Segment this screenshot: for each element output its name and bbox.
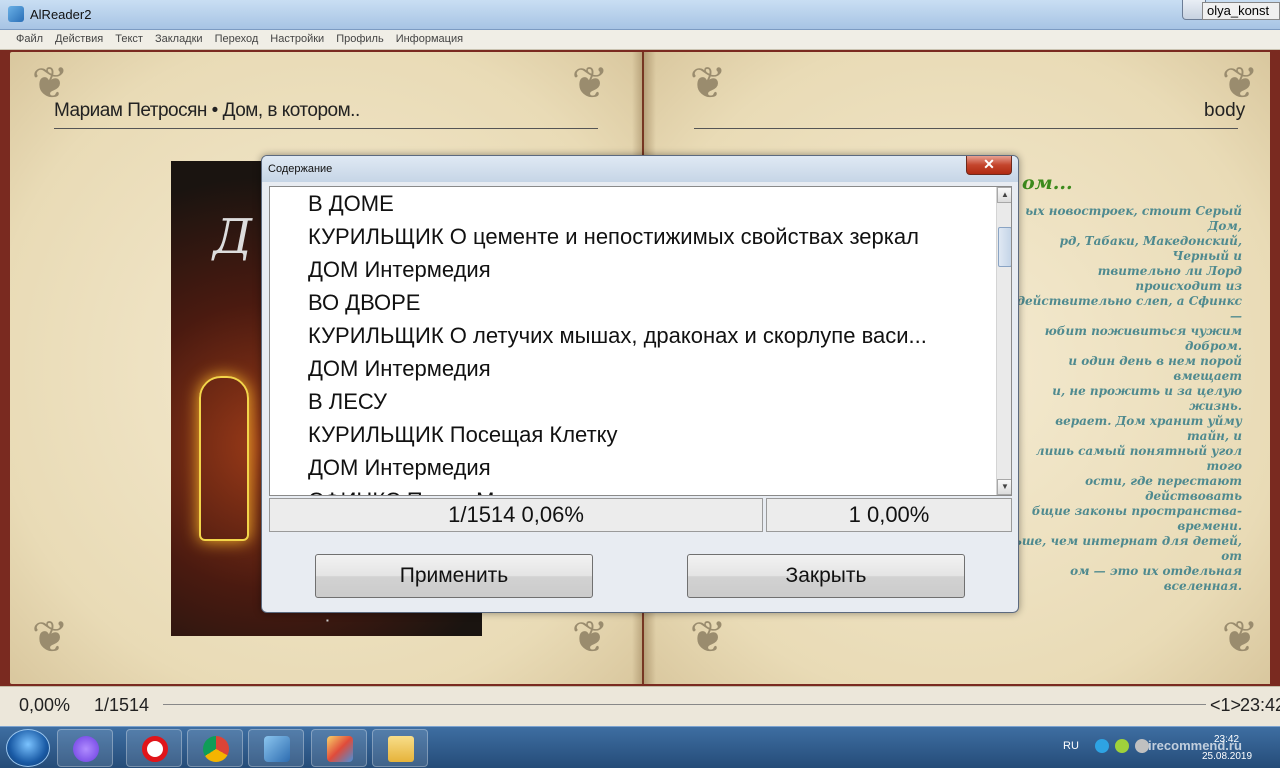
tray-app-icon[interactable] bbox=[1095, 739, 1109, 753]
menu-bar: Файл Действия Текст Закладки Переход Нас… bbox=[0, 30, 1280, 50]
window-title: AlReader2 bbox=[30, 7, 92, 22]
menu-info[interactable]: Информация bbox=[390, 30, 469, 49]
chapter-indicator: <1> bbox=[1210, 695, 1242, 715]
toc-item[interactable]: ВО ДВОРЕ bbox=[308, 290, 420, 316]
corner-ornament-icon: ❦ bbox=[571, 612, 609, 663]
corner-ornament-icon: ❦ bbox=[571, 58, 609, 109]
scroll-thumb[interactable] bbox=[998, 227, 1011, 267]
apply-button[interactable]: Применить bbox=[315, 554, 593, 598]
menu-navigate[interactable]: Переход bbox=[209, 30, 265, 49]
cover-title-letters: Д bbox=[213, 209, 253, 265]
menu-text[interactable]: Текст bbox=[109, 30, 149, 49]
chapter-readout: 1 0,00% bbox=[766, 498, 1012, 532]
page-counter: 1/1514 bbox=[94, 695, 150, 715]
clock: 23:42 bbox=[1240, 695, 1280, 715]
toc-item[interactable]: ДОМ Интермедия bbox=[308, 455, 491, 481]
taskbar: RU 23:42 25.08.2019 bbox=[0, 726, 1280, 768]
chrome-icon[interactable] bbox=[187, 729, 243, 767]
tray-icons bbox=[1093, 739, 1155, 755]
paint-icon[interactable] bbox=[311, 729, 367, 767]
alreader-app-icon bbox=[8, 6, 24, 22]
menu-actions[interactable]: Действия bbox=[49, 30, 109, 49]
toc-item[interactable]: ДОМ Интермедия bbox=[308, 257, 491, 283]
opera-icon[interactable] bbox=[126, 729, 182, 767]
header-rule bbox=[694, 128, 1238, 129]
right-page-text: ых новостроек, стоит Серый Дом, рд, Таба… bbox=[1013, 204, 1242, 593]
toc-item[interactable]: КУРИЛЬЩИК О цементе и непостижимых свойс… bbox=[308, 224, 919, 250]
menu-profile[interactable]: Профиль bbox=[330, 30, 390, 49]
tray-app-icon[interactable] bbox=[1115, 739, 1129, 753]
language-indicator[interactable]: RU bbox=[1063, 740, 1079, 752]
tray-app-icon[interactable] bbox=[1135, 739, 1149, 753]
menu-bookmarks[interactable]: Закладки bbox=[149, 30, 209, 49]
progress-percent: 0,00% bbox=[19, 695, 71, 715]
cover-figure-illustration bbox=[199, 376, 249, 541]
publisher-logo: ▪ bbox=[326, 616, 329, 625]
start-icon[interactable] bbox=[6, 729, 50, 767]
toc-scrollbar[interactable]: ▲ ▼ bbox=[996, 187, 1011, 495]
dialog-title: Содержание bbox=[268, 163, 333, 175]
header-rule bbox=[54, 128, 598, 129]
section-header: body bbox=[1204, 100, 1246, 121]
explorer-icon[interactable] bbox=[372, 729, 428, 767]
book-title-header: Мариам Петросян • Дом, в котором.. bbox=[54, 100, 360, 121]
toc-item[interactable]: В ЛЕСУ bbox=[308, 389, 387, 415]
corner-ornament-icon: ❦ bbox=[689, 612, 727, 663]
corner-ornament-icon: ❦ bbox=[31, 612, 69, 663]
right-page-title: ом... bbox=[1022, 172, 1073, 194]
scroll-down-icon[interactable]: ▼ bbox=[997, 479, 1011, 495]
toc-item[interactable]: В ДОМЕ bbox=[308, 191, 394, 217]
toc-item[interactable]: КУРИЛЬЩИК Посещая Клетку bbox=[308, 422, 618, 448]
menu-file[interactable]: Файл bbox=[10, 30, 49, 49]
menu-settings[interactable]: Настройки bbox=[264, 30, 330, 49]
corner-ornament-icon: ❦ bbox=[689, 58, 727, 109]
corner-ornament-icon: ❦ bbox=[1221, 612, 1259, 663]
toc-item[interactable]: СФИНКС Песня М... bbox=[308, 488, 513, 495]
toc-item[interactable]: КУРИЛЬЩИК О летучих мышах, драконах и ск… bbox=[308, 323, 927, 349]
alice-icon[interactable] bbox=[57, 729, 113, 767]
close-button[interactable]: Закрыть bbox=[687, 554, 965, 598]
position-readout: 1/1514 0,06% bbox=[269, 498, 763, 532]
contents-dialog: Содержание ✕ В ДОМЕ КУРИЛЬЩИК О цементе … bbox=[261, 155, 1019, 613]
toc-list[interactable]: В ДОМЕ КУРИЛЬЩИК О цементе и непостижимы… bbox=[269, 186, 1012, 496]
toc-item[interactable]: ДОМ Интермедия bbox=[308, 356, 491, 382]
scroll-up-icon[interactable]: ▲ bbox=[997, 187, 1011, 203]
watermark: irecommend.ru bbox=[1148, 738, 1242, 753]
progress-track[interactable] bbox=[163, 704, 1206, 705]
alreader-icon[interactable] bbox=[248, 729, 304, 767]
window-titlebar: AlReader2 olya_konst bbox=[0, 0, 1280, 30]
dialog-titlebar: Содержание ✕ bbox=[262, 156, 1018, 182]
reading-status-bar: 0,00% 1/1514 <1> 23:42 bbox=[0, 686, 1280, 726]
user-label: olya_konst bbox=[1202, 2, 1280, 20]
close-icon[interactable]: ✕ bbox=[966, 156, 1012, 175]
